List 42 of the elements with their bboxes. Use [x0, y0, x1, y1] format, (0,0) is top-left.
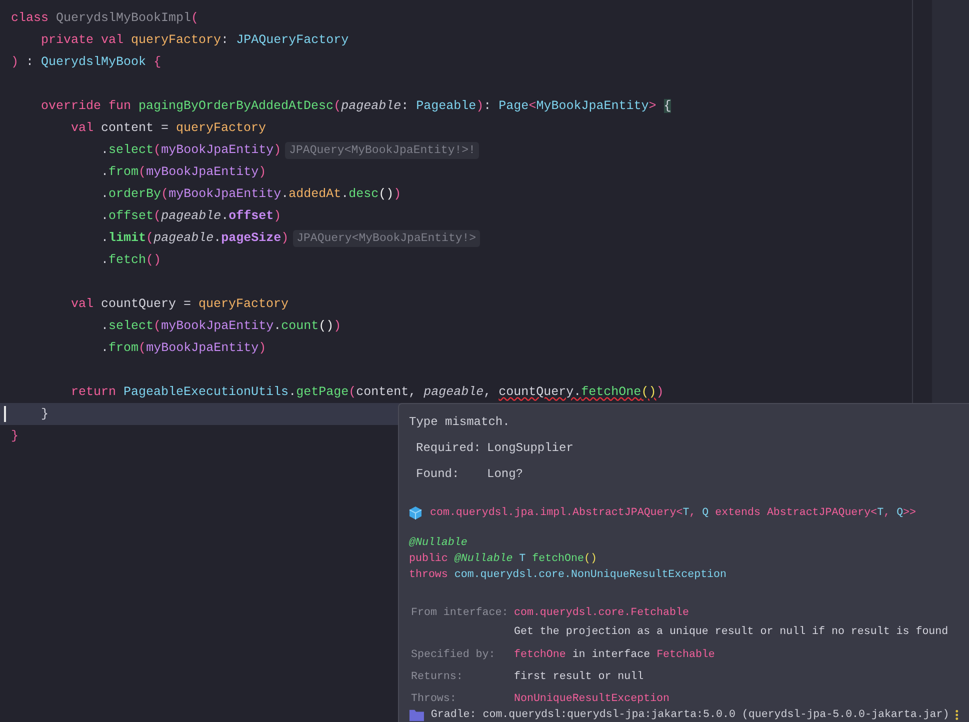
doc-label: Specified by:	[411, 648, 496, 663]
code-line: .from(myBookJpaEntity)	[100, 340, 266, 357]
code-line: ) : QuerydslMyBook {	[11, 54, 162, 71]
type-label: Required:	[416, 440, 482, 457]
code-line: .select(myBookJpaEntity.count())	[100, 318, 342, 335]
doc-text: com.querydsl.core.Fetchable	[514, 606, 690, 622]
method-declaration: throws com.querydsl.core.NonUniqueResultException	[409, 568, 728, 584]
code-line: .fetch()	[100, 252, 162, 269]
inlay-hint: JPAQuery<MyBookJpaEntity!>	[292, 230, 480, 246]
doc-text: Get the projection as a unique result or null if no result is found	[514, 625, 948, 640]
type-label: Found:	[416, 466, 460, 483]
method-declaration: public @Nullable T fetchOne()	[409, 552, 598, 568]
method-declaration: @Nullable	[409, 536, 468, 552]
code-line: .select(myBookJpaEntity)	[100, 142, 282, 159]
folder-icon	[409, 708, 425, 722]
error-title: Type mismatch.	[409, 414, 511, 431]
code-line: override fun pagingByOrderByAddedAtDesc(pageable: Pageable): Page<MyBookJpaEntity> {	[40, 98, 672, 115]
doc-text: fetchOne in interface Fetchable	[514, 648, 715, 663]
type-value: Long?	[487, 466, 524, 483]
inlay-hint: JPAQuery<MyBookJpaEntity!>!	[285, 142, 480, 158]
code-line: .orderBy(myBookJpaEntity.addedAt.desc())	[100, 186, 402, 203]
code-line: val countQuery = queryFactory	[70, 296, 289, 313]
cube-icon	[409, 506, 422, 520]
text-caret	[4, 406, 6, 422]
code-line: val content = queryFactory	[70, 120, 266, 137]
code-line: }	[40, 406, 49, 423]
code-line: .from(myBookJpaEntity)	[100, 164, 266, 181]
code-line: return PageableExecutionUtils.getPage(content, pageable, countQuery.fetchOne())	[70, 384, 664, 401]
more-options-icon[interactable]	[955, 708, 959, 722]
doc-label: Throws:	[411, 692, 458, 707]
code-line: private val queryFactory: JPAQueryFactory	[40, 32, 349, 49]
code-line: .limit(pageable.pageSize)	[100, 230, 289, 247]
doc-label: From interface:	[411, 606, 510, 622]
doc-text: NonUniqueResultException	[514, 692, 670, 707]
code-line: class QuerydslMyBookImpl(	[11, 10, 199, 27]
doc-label: Returns:	[411, 670, 464, 685]
code-line: }	[11, 428, 19, 445]
class-signature: com.querydsl.jpa.impl.AbstractJPAQuery<T, Q extends AbstractJPAQuery<T, Q>>	[430, 506, 916, 521]
code-line: .offset(pageable.offset)	[100, 208, 282, 225]
doc-text: first result or null	[514, 670, 644, 685]
type-value: LongSupplier	[487, 440, 574, 457]
library-source: Gradle: com.querydsl:querydsl-jpa:jakarta:5.0.0 (querydsl-jpa-5.0.0-jakarta.jar)	[430, 708, 950, 722]
